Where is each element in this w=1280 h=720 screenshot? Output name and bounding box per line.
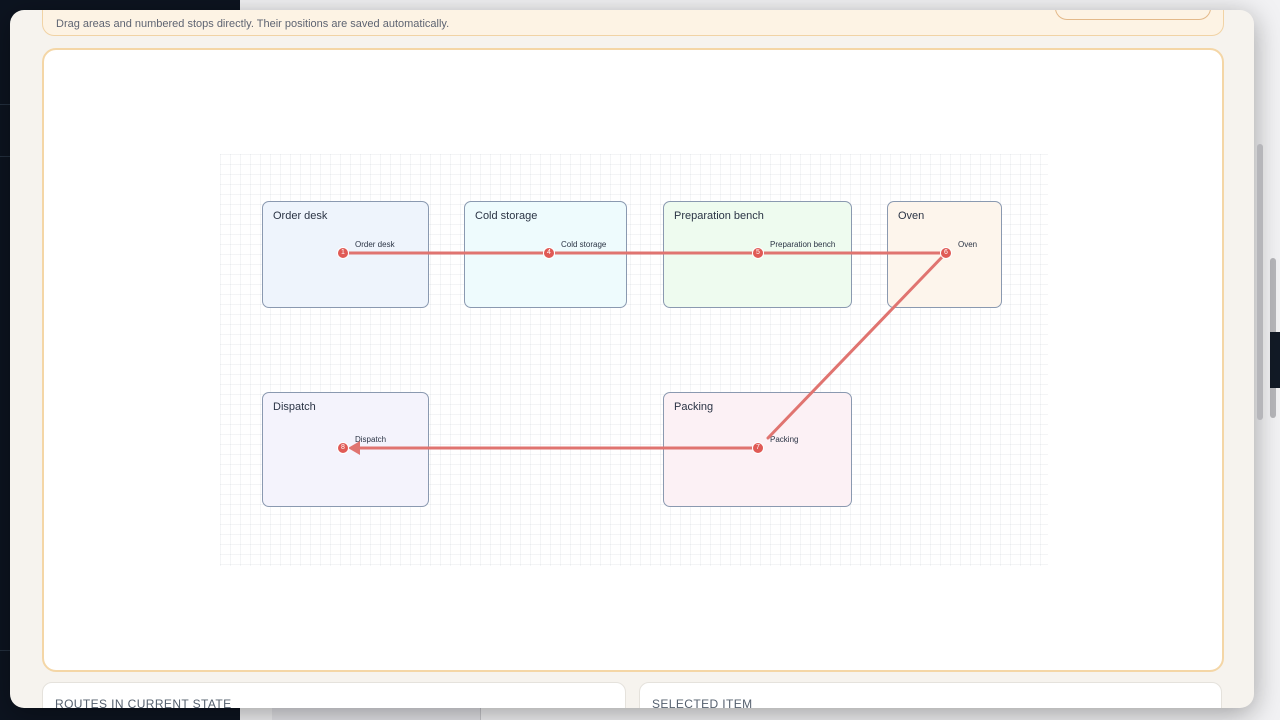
background-edge (1270, 332, 1280, 388)
route-stop-7[interactable]: 7 (752, 442, 764, 454)
routes-panel-title: ROUTES IN CURRENT STATE (55, 697, 232, 708)
route-canvas-card: Order desk Cold storage Preparation benc… (42, 48, 1224, 672)
stop-label: Cold storage (561, 240, 607, 249)
area-title: Dispatch (273, 401, 316, 413)
routes-panel: ROUTES IN CURRENT STATE (42, 682, 626, 708)
selected-item-panel-title: SELECTED ITEM (652, 697, 753, 708)
area-title: Cold storage (475, 210, 538, 222)
route-stop-1[interactable]: 1 (337, 247, 349, 259)
selected-item-panel: SELECTED ITEM (639, 682, 1222, 708)
route-stop-5[interactable]: 5 (752, 247, 764, 259)
background-tab (272, 708, 481, 720)
stop-label: Oven (958, 240, 978, 249)
stop-label: Preparation bench (770, 240, 836, 249)
route-editor-modal: Drag areas and numbered stops directly. … (10, 10, 1254, 708)
editor-hint-bar: Drag areas and numbered stops directly. … (42, 10, 1224, 36)
stop-label: Packing (770, 435, 799, 444)
toolbar-button-group[interactable] (1055, 10, 1211, 20)
area-title: Oven (898, 210, 925, 222)
route-stop-4[interactable]: 4 (543, 247, 555, 259)
route-stop-8[interactable]: 8 (337, 442, 349, 454)
area-title: Preparation bench (674, 210, 764, 222)
area-title: Order desk (273, 210, 328, 222)
stop-label: Dispatch (355, 435, 387, 444)
modal-scrollbar[interactable] (1257, 144, 1263, 420)
editor-hint-text: Drag areas and numbered stops directly. … (56, 18, 450, 30)
area-title: Packing (674, 401, 714, 413)
stop-label: Order desk (355, 240, 395, 249)
route-stop-6[interactable]: 6 (940, 247, 952, 259)
